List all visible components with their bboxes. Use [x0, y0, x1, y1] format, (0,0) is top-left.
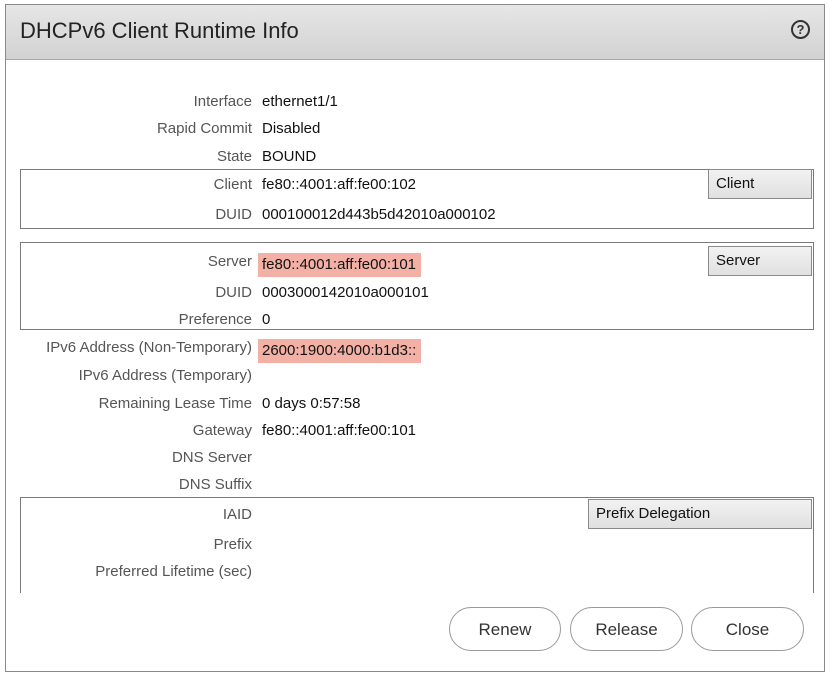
renew-button[interactable]: Renew — [449, 607, 561, 651]
server-label: Server — [207, 253, 252, 270]
row-gateway: Gateway fe80::4001:aff:fe00:101 — [6, 419, 826, 443]
state-label: State — [216, 148, 252, 165]
client-duid-value: 000100012d443b5d42010a000102 — [262, 206, 496, 223]
rapid-commit-value: Disabled — [262, 120, 321, 137]
release-button[interactable]: Release — [570, 607, 683, 651]
help-icon[interactable]: ? — [791, 20, 810, 39]
interface-value: ethernet1/1 — [262, 93, 338, 110]
dialog-titlebar: DHCPv6 Client Runtime Info ? — [6, 5, 824, 60]
client-duid-label: DUID — [215, 206, 252, 223]
gateway-label: Gateway — [192, 422, 252, 439]
ipv6-non-temp-value: 2600:1900:4000:b1d3:: — [258, 339, 422, 363]
row-iaid: IAID — [6, 503, 826, 527]
row-remaining-lease: Remaining Lease Time 0 days 0:57:58 — [6, 392, 826, 416]
row-server: Server fe80::4001:aff:fe00:101 — [6, 250, 826, 277]
row-server-duid: DUID 0003000142010a000101 — [6, 281, 826, 305]
remaining-lease-value: 0 days 0:57:58 — [262, 395, 361, 412]
dhcpv6-runtime-dialog: DHCPv6 Client Runtime Info ? Interface e… — [5, 4, 825, 672]
gateway-value: fe80::4001:aff:fe00:101 — [262, 422, 417, 439]
row-prefix: Prefix — [6, 533, 826, 557]
row-ipv6-temp: IPv6 Address (Temporary) — [6, 364, 826, 388]
preference-label: Preference — [178, 311, 252, 328]
row-client: Client fe80::4001:aff:fe00:102 — [6, 173, 826, 197]
dns-suffix-label: DNS Suffix — [178, 476, 252, 493]
row-dns-suffix: DNS Suffix — [6, 473, 826, 497]
row-ipv6-non-temp: IPv6 Address (Non-Temporary) 2600:1900:4… — [6, 336, 826, 363]
row-preferred-lifetime: Preferred Lifetime (sec) — [6, 560, 826, 584]
row-dns-server: DNS Server — [6, 446, 826, 470]
state-value: BOUND — [262, 148, 317, 165]
dialog-title: DHCPv6 Client Runtime Info — [20, 18, 299, 43]
rapid-commit-label: Rapid Commit — [156, 120, 252, 137]
ipv6-non-temp-label: IPv6 Address (Non-Temporary) — [46, 339, 252, 356]
server-value: fe80::4001:aff:fe00:101 — [258, 253, 422, 277]
dns-server-label: DNS Server — [171, 449, 252, 466]
row-rapid-commit: Rapid Commit Disabled — [6, 117, 826, 141]
server-duid-value: 0003000142010a000101 — [262, 284, 429, 301]
ipv6-temp-label: IPv6 Address (Temporary) — [78, 367, 252, 384]
row-state: State BOUND — [6, 145, 826, 169]
client-label: Client — [213, 176, 252, 193]
iaid-label: IAID — [222, 506, 252, 523]
client-value: fe80::4001:aff:fe00:102 — [262, 176, 417, 193]
close-button[interactable]: Close — [691, 607, 804, 651]
row-preference: Preference 0 — [6, 308, 826, 332]
row-interface: Interface ethernet1/1 — [6, 90, 826, 114]
row-client-duid: DUID 000100012d443b5d42010a000102 — [6, 203, 826, 227]
server-duid-label: DUID — [215, 284, 252, 301]
preferred-lifetime-label: Preferred Lifetime (sec) — [95, 563, 252, 580]
remaining-lease-label: Remaining Lease Time — [98, 395, 252, 412]
interface-label: Interface — [193, 93, 252, 110]
preference-value: 0 — [262, 311, 271, 328]
prefix-label: Prefix — [213, 536, 252, 553]
